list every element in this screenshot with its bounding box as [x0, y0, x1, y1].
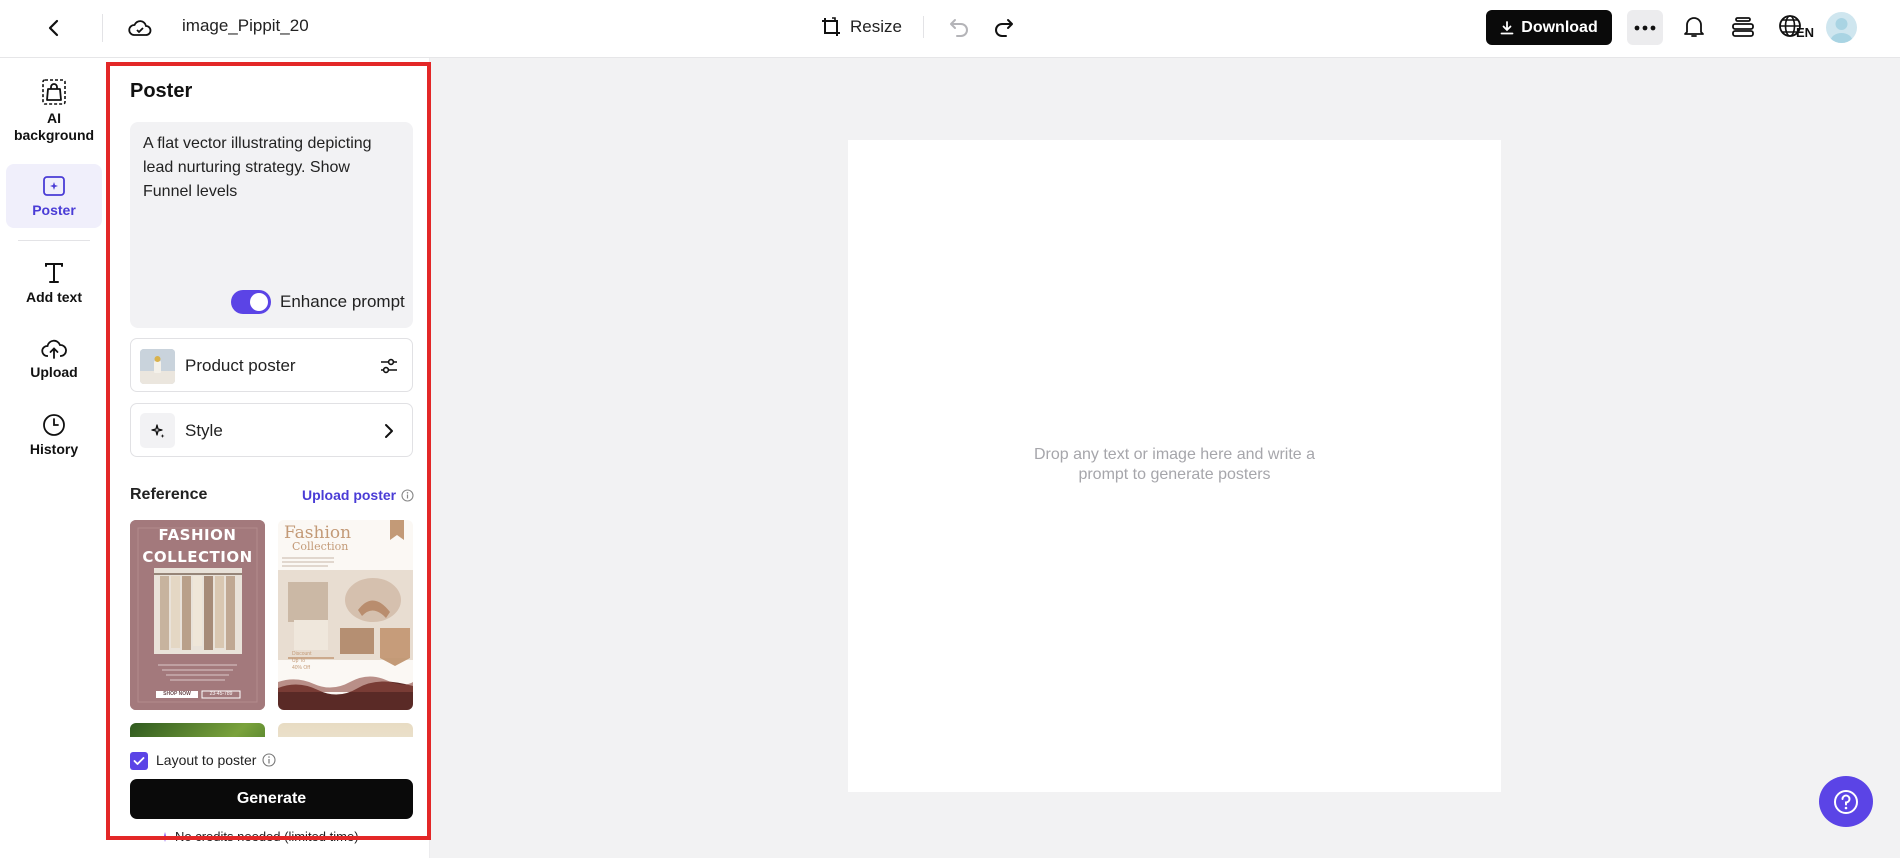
download-button[interactable]: Download [1486, 10, 1612, 45]
reference-card-subheading: Collection [292, 540, 349, 553]
credits-note-text: No credits needed (limited time) [175, 829, 359, 844]
help-button[interactable] [1819, 776, 1873, 827]
reference-poster-card[interactable]: FASHION COLLECTION SHOP NOW 23-45-789 [130, 520, 265, 710]
style-option[interactable]: Style [130, 403, 413, 457]
reference-poster-card[interactable] [130, 723, 265, 737]
upload-poster-link[interactable]: Upload poster [302, 487, 414, 503]
reference-poster-card[interactable]: Fashion Collection Discount Up To 40% Of… [278, 520, 413, 710]
left-toolbar: AI background Poster Add text Upload His… [0, 58, 108, 858]
rail-label: History [29, 440, 79, 457]
reference-card-heading: FASHION COLLECTION [142, 526, 253, 566]
checkmark-icon [133, 757, 145, 765]
back-button[interactable] [40, 14, 68, 42]
style-label: Style [185, 421, 223, 440]
undo-icon [950, 19, 968, 37]
upload-poster-label: Upload poster [302, 487, 397, 503]
canvas-hint: Drop any text or image here and write a … [848, 445, 1501, 485]
rail-label: Upload [30, 363, 78, 380]
text-icon [45, 262, 63, 283]
layers-icon [1732, 17, 1754, 37]
ai-background-icon [42, 79, 66, 105]
download-icon [1500, 20, 1514, 34]
reference-card-phone: 23-45-789 [209, 691, 233, 697]
poster-canvas[interactable]: Drop any text or image here and write a … [848, 140, 1501, 792]
reference-poster-card[interactable] [278, 723, 413, 737]
prompt-text[interactable]: A flat vector illustrating depicting lea… [143, 132, 403, 204]
credits-note: No credits needed (limited time) [160, 829, 359, 844]
rail-label: Poster [32, 201, 76, 218]
avatar[interactable] [1826, 12, 1857, 43]
enhance-prompt-label: Enhance prompt [280, 292, 405, 311]
divider [18, 240, 90, 241]
rail-item-history[interactable]: History [6, 406, 102, 464]
divider [102, 14, 103, 42]
reference-card-discount-value: 40% Off [292, 665, 310, 671]
cloud-save-icon[interactable] [126, 14, 154, 42]
download-label: Download [1521, 18, 1598, 36]
rail-item-upload[interactable]: Upload [6, 330, 102, 388]
prompt-input[interactable]: A flat vector illustrating depicting lea… [130, 122, 413, 328]
panel-title: Poster [130, 80, 193, 102]
bell-icon [1684, 17, 1704, 37]
top-bar: image_Pippit_20 Resize Download EN [0, 0, 1900, 58]
layout-to-poster-label-wrap: Layout to poster [156, 752, 276, 768]
undo-button[interactable] [945, 12, 973, 42]
canvas-hint-line-2: prompt to generate posters [1078, 466, 1271, 483]
history-icon [43, 413, 65, 436]
reference-label: Reference [130, 486, 208, 503]
resize-label: Resize [850, 17, 902, 36]
product-poster-option[interactable]: Product poster [130, 338, 413, 392]
language-code: EN [1796, 25, 1815, 40]
toggle-knob [250, 293, 268, 311]
upload-icon [41, 339, 67, 359]
reference-card-discount-label: Discount [292, 651, 312, 657]
canvas-hint-line-1: Drop any text or image here and write a [1033, 446, 1316, 463]
rail-label: AI background [13, 110, 95, 143]
rail-label: Add text [26, 288, 82, 305]
chevron-right-icon [378, 420, 400, 442]
chevron-left-icon [48, 19, 59, 37]
divider [923, 16, 924, 38]
rail-item-add-text[interactable]: Add text [6, 254, 102, 312]
layers-button[interactable] [1729, 13, 1757, 41]
reference-grid: FASHION COLLECTION SHOP NOW 23-45-789 Fa… [130, 520, 413, 737]
product-poster-thumbnail [140, 349, 175, 384]
help-icon [1834, 789, 1858, 814]
generate-button[interactable]: Generate [130, 779, 413, 819]
language-button[interactable]: EN [1778, 12, 1814, 42]
reference-card-discount-line: Up To [292, 658, 305, 664]
redo-button[interactable] [990, 12, 1018, 42]
reference-card-cta: SHOP NOW [163, 691, 191, 697]
resize-icon [822, 17, 840, 36]
sparkle-icon [140, 413, 175, 448]
rail-item-ai-background[interactable]: AI background [6, 76, 102, 146]
poster-icon [43, 175, 65, 196]
more-icon [1634, 25, 1656, 30]
resize-button[interactable]: Resize [820, 12, 902, 42]
layout-to-poster-checkbox[interactable] [130, 752, 148, 770]
sparkle-icon [160, 831, 170, 842]
enhance-prompt-toggle[interactable] [231, 290, 271, 314]
notifications-button[interactable] [1680, 13, 1708, 41]
adjust-settings-icon[interactable] [378, 355, 400, 377]
rail-item-poster[interactable]: Poster [6, 164, 102, 228]
info-icon[interactable] [262, 753, 276, 767]
project-title[interactable]: image_Pippit_20 [182, 16, 309, 36]
info-icon [401, 488, 414, 502]
layout-to-poster-label: Layout to poster [156, 752, 257, 768]
more-options-button[interactable] [1627, 10, 1663, 45]
redo-icon [995, 19, 1013, 37]
product-poster-label: Product poster [185, 356, 296, 375]
